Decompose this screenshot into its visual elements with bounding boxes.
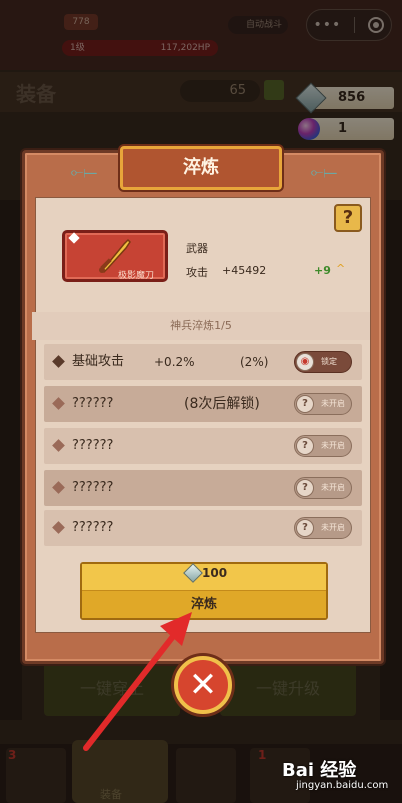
- enhance-level: +9: [314, 264, 331, 277]
- refine-row-2: ?????? (8次后解锁) ? 未开启: [44, 386, 362, 422]
- lock-toggle-button[interactable]: ? 未开启: [294, 517, 352, 539]
- question-icon: ?: [296, 519, 314, 537]
- lock-icon: ◉: [296, 353, 314, 371]
- row-label: ??????: [72, 396, 114, 411]
- attack-value: +45492: [222, 264, 267, 277]
- row-label: ??????: [72, 438, 114, 453]
- fish-ornament-left-icon: ⟜⟝: [70, 162, 98, 181]
- refine-row-4: ?????? ? 未开启: [44, 470, 362, 506]
- watermark-brand: Bai 经验: [282, 760, 357, 781]
- lock-toggle-button[interactable]: ? 未开启: [294, 393, 352, 415]
- lock-label: 未开启: [321, 483, 345, 492]
- weapon-name: 极影魔刀: [118, 271, 155, 281]
- lock-label: 未开启: [321, 399, 345, 408]
- fish-ornament-right-icon: ⟜⟝: [310, 162, 338, 181]
- refine-row-1: 基础攻击 +0.2% (2%) ◉ 锁定: [44, 344, 362, 380]
- row-diamond-icon: [52, 439, 65, 452]
- chevron-up-icon: ^: [336, 262, 346, 275]
- lock-label: 锁定: [321, 357, 337, 366]
- close-dialog-button[interactable]: ✕: [174, 656, 232, 714]
- watermark-url: jingyan.baidu.com: [296, 780, 389, 791]
- lock-toggle-button[interactable]: ? 未开启: [294, 435, 352, 457]
- row-label: ??????: [72, 480, 114, 495]
- refine-button[interactable]: 淬炼: [82, 590, 326, 618]
- lock-toggle-button[interactable]: ? 未开启: [294, 477, 352, 499]
- help-button[interactable]: ?: [334, 204, 362, 232]
- row-diamond-icon: [52, 397, 65, 410]
- refine-progress-title: 神兵淬炼1/5: [32, 312, 370, 340]
- question-icon: ?: [296, 479, 314, 497]
- attack-label: 攻击: [186, 266, 208, 279]
- refine-cost: 100: [202, 566, 228, 580]
- refine-row-5: ?????? ? 未开启: [44, 510, 362, 546]
- row-max: (2%): [240, 355, 269, 369]
- lock-toggle-button[interactable]: ◉ 锁定: [294, 351, 352, 373]
- row-bonus: +0.2%: [154, 355, 195, 369]
- refine-row-3: ?????? ? 未开启: [44, 428, 362, 464]
- row-label: ??????: [72, 520, 114, 535]
- lock-label: 未开启: [321, 441, 345, 450]
- dialog-title: 淬炼: [120, 146, 282, 190]
- unlock-note: (8次后解锁): [184, 396, 260, 412]
- row-label: 基础攻击: [72, 354, 125, 369]
- question-icon: ?: [296, 437, 314, 455]
- row-diamond-icon: [52, 355, 65, 368]
- weapon-type: 武器: [186, 242, 208, 255]
- lock-label: 未开启: [321, 523, 345, 532]
- row-diamond-icon: [52, 481, 65, 494]
- question-icon: ?: [296, 395, 314, 413]
- row-diamond-icon: [52, 521, 65, 534]
